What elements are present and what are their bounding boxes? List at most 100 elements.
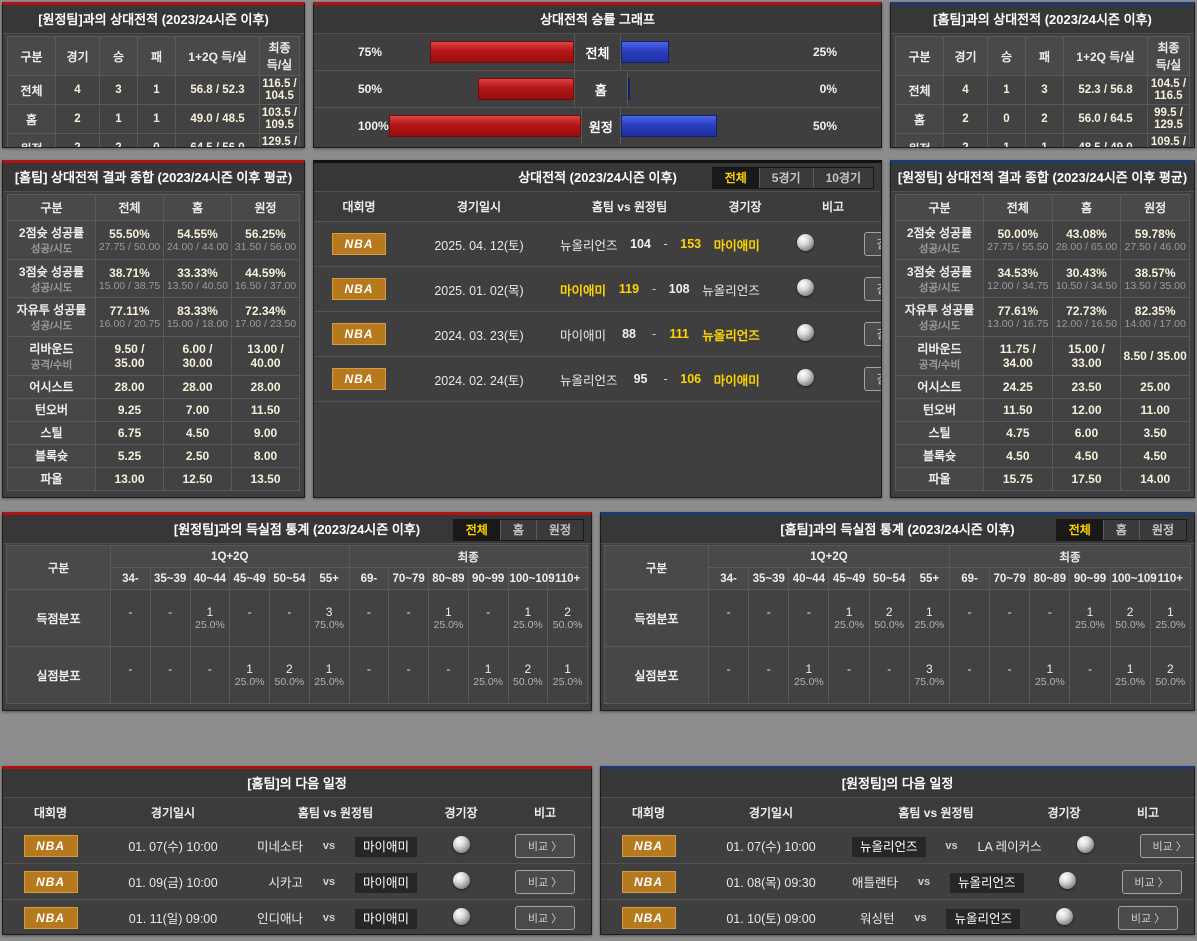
result-button[interactable]: 결과 〉 <box>864 232 882 256</box>
home-team-wrap: 인디애나 <box>254 908 303 927</box>
wins-cell: 1 <box>988 76 1026 105</box>
distribution-table: 구분 1Q+2Q 최종 34-35~3940~4445~4950~5455+69… <box>604 545 1191 704</box>
home-win-pct-label: 50% <box>358 82 382 96</box>
compare-button[interactable]: 비교 〉 <box>515 834 575 858</box>
away-side-zone: 50% <box>621 108 881 144</box>
dist-cell: 125.0% <box>230 647 270 704</box>
dist-cell: 250.0% <box>270 647 310 704</box>
home-win-pct-label: 75% <box>358 45 382 59</box>
league-badge: NBA <box>24 871 78 893</box>
range-filter-option[interactable]: 10경기 <box>813 168 873 188</box>
league-cell: NBA <box>601 835 696 857</box>
stat-away: 13.50 <box>232 467 300 490</box>
away-score: 111 <box>665 327 693 341</box>
compare-button[interactable]: 비교 〉 <box>515 870 575 894</box>
game-datetime: 01. 10(토) 09:00 <box>696 908 846 927</box>
panel-title-text: [원정팀]과의 득실점 통계 (2023/24시즌 이후) <box>174 522 420 537</box>
venue-filter-option[interactable]: 전체 <box>1057 520 1103 540</box>
venue-cell <box>1026 908 1102 928</box>
vs-label: vs <box>907 876 941 888</box>
away-team-name: 마이애미 <box>714 235 760 254</box>
stat-label: 파울 <box>896 467 984 490</box>
game-list-header: 대회명 경기일시 홈팀 vs 원정팀 경기장 비고 <box>314 192 881 222</box>
summary-row: 파울 15.75 17.50 14.00 <box>896 467 1190 490</box>
group-header-row: 구분 1Q+2Q 최종 <box>7 546 588 568</box>
panel-summary-away: [원정팀] 상대전적 결과 종합 (2023/24시즌 이후 평균) 구분전체홈… <box>890 160 1195 498</box>
venue-filter-option[interactable]: 원정 <box>536 520 583 540</box>
column-header: 전체 <box>984 195 1053 221</box>
losses-cell: 2 <box>1026 105 1064 134</box>
away-team-wrap: 마이애미 <box>355 872 417 891</box>
record-table: 구분경기승패1+2Q 득/실최종 득/실 전체 4 3 1 56.8 / 52.… <box>7 36 300 148</box>
losses-cell: 1 <box>1026 134 1064 149</box>
result-button[interactable]: 결과 〉 <box>864 322 882 346</box>
note-cell: 결과 〉 <box>846 232 882 256</box>
dist-cell: - <box>349 647 389 704</box>
range-header: 55+ <box>909 568 949 590</box>
venue-cell <box>1030 872 1106 892</box>
games-cell: 2 <box>944 134 988 149</box>
range-header: 50~54 <box>270 568 310 590</box>
home-score: 88 <box>615 327 643 341</box>
vs-label: vs <box>312 912 346 924</box>
summary-row: 스틸 4.75 6.00 3.50 <box>896 421 1190 444</box>
dist-cell: 125.0% <box>1070 590 1110 647</box>
range-filter-option[interactable]: 5경기 <box>759 168 813 188</box>
stat-away: 8.00 <box>232 444 300 467</box>
compare-button[interactable]: 비교 〉 <box>515 906 575 930</box>
stadium-icon[interactable] <box>797 279 814 296</box>
record-header-row: 구분경기승패1+2Q 득/실최종 득/실 <box>8 37 300 76</box>
range-header: 70~79 <box>990 568 1030 590</box>
range-header: 34- <box>709 568 749 590</box>
stadium-icon[interactable] <box>1077 836 1094 853</box>
home-team-name: 미네소타 <box>257 840 303 854</box>
summary-header-row: 구분전체홈원정 <box>8 195 300 221</box>
stadium-icon[interactable] <box>1059 872 1076 889</box>
home-side-zone: 75% <box>314 34 574 70</box>
venue-filter-option[interactable]: 원정 <box>1139 520 1186 540</box>
game-datetime: 2025. 01. 02(목) <box>404 280 554 299</box>
compare-button[interactable]: 비교 〉 <box>1118 906 1178 930</box>
stadium-icon[interactable] <box>453 836 470 853</box>
league-cell: NBA <box>601 871 696 893</box>
row-label: 전체 <box>896 76 944 105</box>
range-header: 90~99 <box>1070 568 1110 590</box>
venue-cell <box>423 836 499 856</box>
row-label: 원정 <box>896 134 944 149</box>
away-score: 153 <box>677 237 705 251</box>
final-group-header: 최종 <box>949 546 1190 568</box>
result-button[interactable]: 결과 〉 <box>864 367 882 391</box>
venue-filter-option[interactable]: 홈 <box>500 520 536 540</box>
losses-cell: 0 <box>138 134 176 149</box>
stadium-icon[interactable] <box>797 324 814 341</box>
score-separator: - <box>652 327 656 341</box>
compare-button[interactable]: 비교 〉 <box>1122 870 1182 894</box>
dist-cell: - <box>749 647 789 704</box>
note-cell: 결과 〉 <box>846 277 882 301</box>
compare-button[interactable]: 비교 〉 <box>1140 834 1195 858</box>
stadium-icon[interactable] <box>453 908 470 925</box>
dist-cell: - <box>230 590 270 647</box>
league-cell: NBA <box>3 835 98 857</box>
range-filter-option[interactable]: 전체 <box>713 168 759 188</box>
league-cell: NBA <box>314 323 404 345</box>
stadium-icon[interactable] <box>797 234 814 251</box>
chart-category-label: 원정 <box>581 108 621 144</box>
games-cell: 4 <box>56 76 100 105</box>
stat-label: 턴오버 <box>896 398 984 421</box>
schedule-row: NBA 01. 07(수) 10:00 미네소타 vs 마이애미 비교 〉 <box>3 828 591 864</box>
stadium-icon[interactable] <box>453 872 470 889</box>
stadium-icon[interactable] <box>1056 908 1073 925</box>
venue-filter-option[interactable]: 전체 <box>454 520 500 540</box>
venue-filter-option[interactable]: 홈 <box>1103 520 1139 540</box>
home-score: 119 <box>615 282 643 296</box>
stat-home: 33.33%13.50 / 40.50 <box>164 259 232 298</box>
stadium-icon[interactable] <box>797 369 814 386</box>
column-header: 구분 <box>896 37 944 76</box>
column-header: 1+2Q 득/실 <box>176 37 260 76</box>
result-button[interactable]: 결과 〉 <box>864 277 882 301</box>
dist-cell: - <box>150 647 190 704</box>
away-team-wrap: 마이애미 <box>355 836 417 855</box>
away-score: 106 <box>677 372 705 386</box>
stat-home: 4.50 <box>1052 444 1121 467</box>
